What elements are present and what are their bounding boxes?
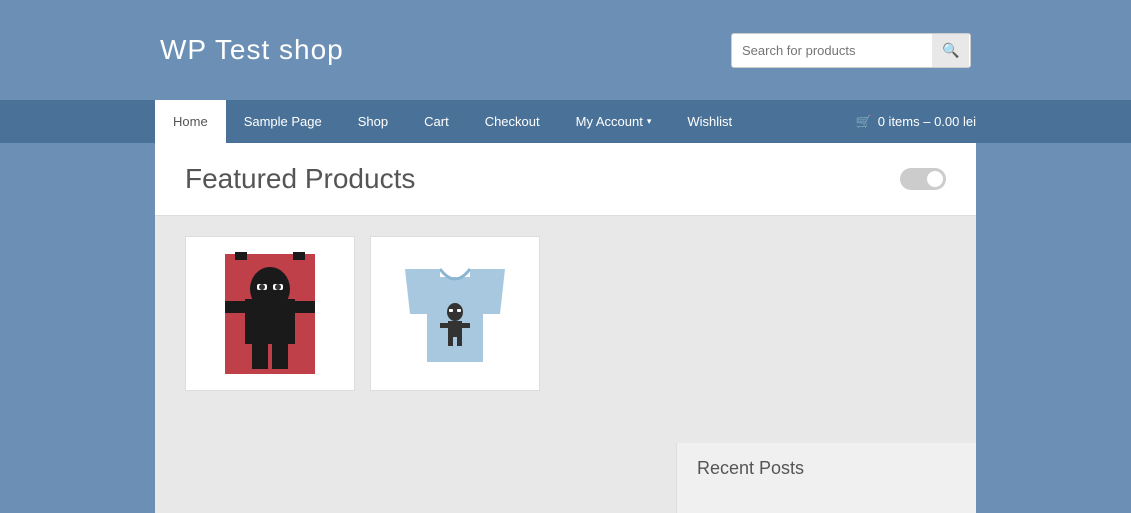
sidebar-right: Recent Posts [676, 443, 976, 513]
nav-cart[interactable]: 🛒 0 items – 0.00 lei [856, 114, 976, 130]
product-image-1 [186, 237, 354, 390]
tshirt-svg [385, 244, 525, 384]
featured-title: Featured Products [185, 163, 415, 195]
search-input[interactable] [732, 35, 932, 66]
nav-item-wishlist[interactable]: Wishlist [669, 100, 750, 143]
site-title: WP Test shop [160, 34, 344, 66]
cart-icon: 🛒 [856, 114, 872, 130]
nav-item-my-account[interactable]: My Account ▾ [558, 100, 670, 143]
nav-bar: Home Sample Page Shop Cart Checkout My A… [0, 100, 1131, 143]
search-button[interactable]: 🔍 [932, 34, 969, 67]
product-image-2 [371, 237, 539, 390]
featured-header: Featured Products [155, 143, 976, 216]
nav-item-home[interactable]: Home [155, 100, 226, 143]
my-account-chevron-icon: ▾ [647, 116, 652, 127]
main-content: Featured Products [155, 143, 976, 443]
products-area [155, 216, 976, 411]
cart-count: 0 items – 0.00 lei [878, 114, 976, 129]
site-header: WP Test shop 🔍 [0, 0, 1131, 100]
product-card-1[interactable] [185, 236, 355, 391]
nav-item-shop[interactable]: Shop [340, 100, 406, 143]
search-bar: 🔍 [731, 33, 971, 68]
toggle-button[interactable] [900, 168, 946, 190]
nav-item-checkout[interactable]: Checkout [467, 100, 558, 143]
bottom-section: Recent Posts [155, 443, 976, 513]
recent-posts-title: Recent Posts [697, 458, 956, 479]
ninja-poster-svg [200, 244, 340, 384]
nav-item-cart[interactable]: Cart [406, 100, 467, 143]
product-card-2[interactable] [370, 236, 540, 391]
nav-item-sample-page[interactable]: Sample Page [226, 100, 340, 143]
content-left [155, 443, 676, 513]
